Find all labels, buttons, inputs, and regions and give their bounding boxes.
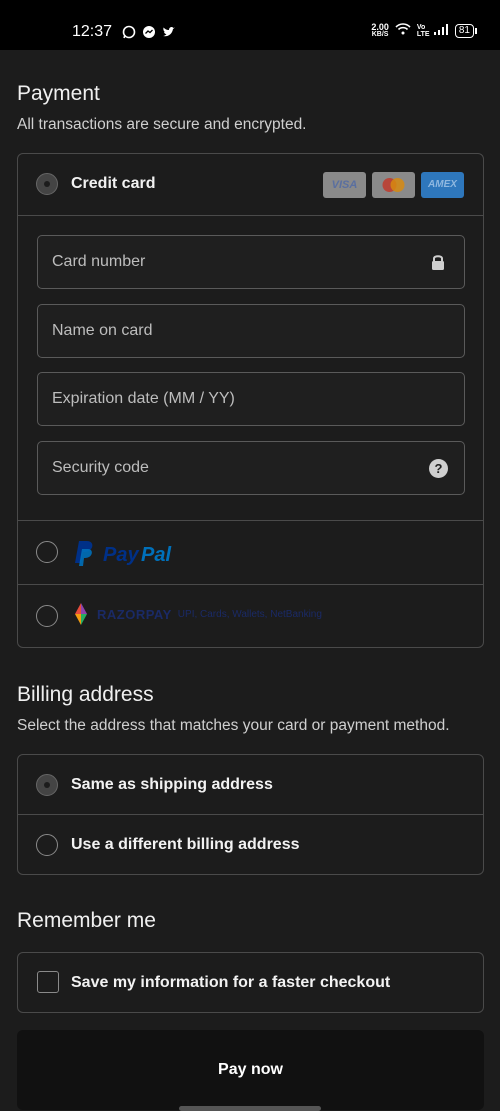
messenger-icon: [142, 25, 156, 39]
razorpay-brand: RAZORPAY: [97, 606, 172, 622]
security-code-input[interactable]: [38, 442, 464, 494]
security-code-field[interactable]: ?: [37, 441, 465, 495]
svg-text:?: ?: [435, 461, 443, 476]
credit-card-label: Credit card: [71, 175, 156, 192]
status-bar: 12:37 2.00 KB/S Vo LTE 81: [0, 0, 500, 50]
name-on-card-field[interactable]: [37, 304, 465, 358]
different-billing-radio[interactable]: [36, 834, 58, 856]
paypal-option[interactable]: Pay Pal: [18, 521, 483, 585]
volte-icon: Vo LTE: [416, 24, 430, 38]
razorpay-logo: RAZORPAY UPI, Cards, Wallets, NetBanking: [71, 602, 322, 626]
paypal-radio[interactable]: [36, 541, 58, 563]
visa-icon: VISA: [323, 172, 366, 198]
expiration-date-field[interactable]: [37, 372, 465, 426]
credit-card-option[interactable]: Credit card VISA AMEX: [18, 154, 483, 216]
different-billing-option[interactable]: Use a different billing address: [18, 815, 483, 875]
home-indicator: [179, 1106, 321, 1111]
payment-title: Payment: [17, 82, 100, 105]
card-number-field[interactable]: [37, 235, 465, 289]
pay-now-button[interactable]: Pay now: [17, 1030, 484, 1110]
payment-subtitle: All transactions are secure and encrypte…: [17, 116, 307, 133]
billing-options: Same as shipping address Use a different…: [17, 754, 484, 875]
razorpay-option[interactable]: RAZORPAY UPI, Cards, Wallets, NetBanking: [18, 585, 483, 649]
credit-card-radio[interactable]: [36, 173, 58, 195]
amex-icon: AMEX: [421, 172, 464, 198]
same-as-shipping-label: Same as shipping address: [71, 776, 273, 793]
lock-icon: [429, 253, 447, 271]
card-details-form: ?: [18, 216, 483, 521]
same-as-shipping-option[interactable]: Same as shipping address: [18, 755, 483, 815]
twitter-icon: [162, 25, 176, 39]
status-indicators: 2.00 KB/S Vo LTE 81: [371, 22, 478, 40]
razorpay-methods-text: UPI, Cards, Wallets, NetBanking: [177, 608, 322, 620]
paypal-logo: Pay Pal: [71, 537, 191, 574]
remember-option[interactable]: Save my information for a faster checkou…: [17, 952, 484, 1013]
razorpay-radio[interactable]: [36, 605, 58, 627]
billing-title: Billing address: [17, 683, 154, 706]
notification-icons: [122, 25, 176, 39]
mastercard-icon: [372, 172, 415, 198]
name-on-card-input[interactable]: [38, 305, 464, 357]
expiration-date-input[interactable]: [38, 373, 464, 425]
svg-text:Pay: Pay: [103, 544, 139, 566]
svg-text:Pal: Pal: [141, 544, 171, 566]
network-speed: 2.00 KB/S: [371, 22, 389, 39]
card-number-input[interactable]: [38, 236, 464, 288]
remember-title: Remember me: [17, 909, 156, 932]
save-info-label: Save my information for a faster checkou…: [71, 974, 391, 991]
different-billing-label: Use a different billing address: [71, 836, 300, 853]
whatsapp-icon: [122, 25, 136, 39]
save-info-checkbox[interactable]: [37, 971, 59, 993]
wifi-icon: [395, 22, 411, 40]
status-time: 12:37: [72, 23, 113, 40]
battery-indicator: 81: [454, 24, 478, 38]
same-as-shipping-radio[interactable]: [36, 774, 58, 796]
payment-methods: Credit card VISA AMEX Card number Name o…: [17, 153, 484, 648]
signal-icon: [433, 22, 449, 40]
billing-subtitle: Select the address that matches your car…: [17, 717, 450, 734]
help-icon[interactable]: ?: [429, 459, 448, 478]
